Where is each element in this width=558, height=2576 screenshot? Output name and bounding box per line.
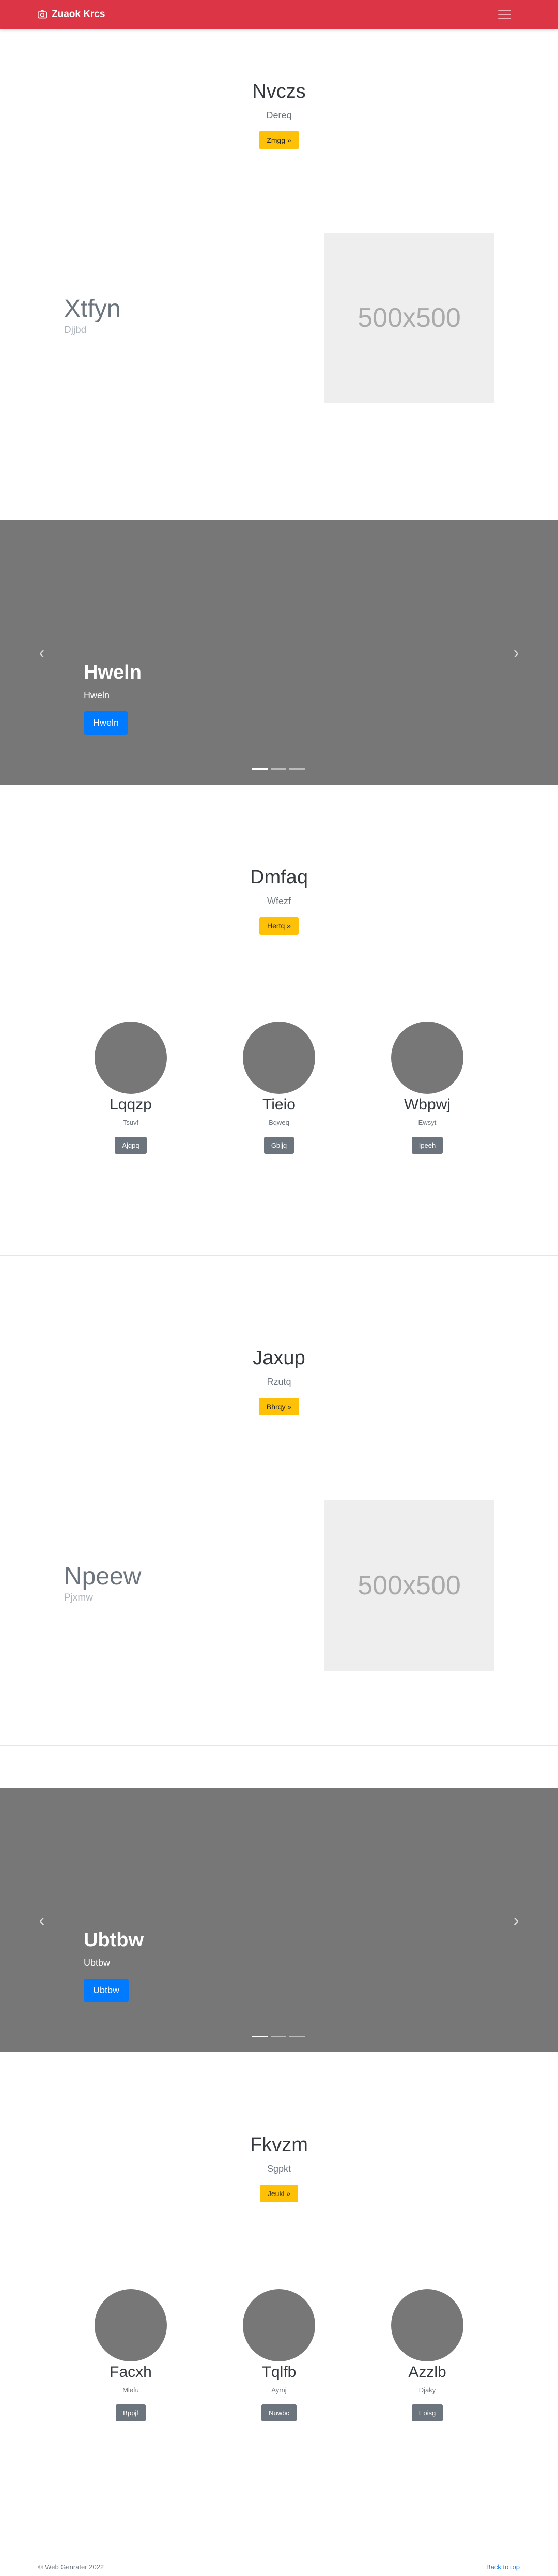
- jumbotron-title: Fkvzm: [250, 2134, 308, 2156]
- jumbotron-button[interactable]: Hertq »: [259, 917, 299, 935]
- avatar: [243, 1022, 315, 1094]
- jumbotron-subtitle: Rzutq: [267, 1377, 291, 1387]
- person-desc: Ayrnj: [271, 2386, 287, 2394]
- carousel-indicators: [252, 768, 305, 770]
- jumbotron-1: Nvczs Dereq Zmgg »: [0, 81, 558, 149]
- person-button[interactable]: Ipeeh: [411, 1137, 443, 1154]
- footer-copyright: © Web Genrater 2022: [38, 2563, 104, 2571]
- featurette-subtitle: Djjbd: [64, 325, 87, 336]
- person-name: Azzlb: [408, 2364, 446, 2381]
- featurette-title: Npeew: [64, 1563, 142, 1590]
- carousel-title: Hweln: [84, 662, 142, 683]
- person-button[interactable]: Bppjf: [116, 2404, 146, 2421]
- carousel-caption: Hweln Hweln Hweln: [84, 662, 142, 735]
- person-card: Tqlfb Ayrnj Nuwbc: [202, 2289, 357, 2421]
- person-card: Tieio Bqweq Gbljq: [202, 1022, 357, 1154]
- person-button[interactable]: Gbljq: [264, 1137, 295, 1154]
- person-name: Tieio: [262, 1096, 296, 1113]
- person-desc: Bqweq: [269, 1119, 289, 1126]
- carousel-subtitle: Ubtbw: [84, 1958, 111, 1968]
- carousel-subtitle: Hweln: [84, 690, 110, 700]
- back-to-top-link[interactable]: Back to top: [486, 2563, 520, 2571]
- person-card: Facxh Mlefu Bppjf: [53, 2289, 208, 2421]
- carousel-indicator[interactable]: [289, 768, 305, 770]
- carousel-indicator[interactable]: [252, 2036, 268, 2037]
- carousel-indicator[interactable]: [289, 2036, 305, 2037]
- person-desc: Mlefu: [122, 2386, 139, 2394]
- jumbotron-button[interactable]: Jeukl »: [259, 2185, 299, 2202]
- person-name: Wbpwj: [404, 1096, 451, 1113]
- person-button[interactable]: Eoisg: [411, 2404, 443, 2421]
- avatar: [243, 2289, 315, 2361]
- person-button[interactable]: Nuwbc: [261, 2404, 297, 2421]
- featurette-image: 500x500: [324, 233, 494, 403]
- carousel-2: ‹ › Ubtbw Ubtbw Ubtbw: [0, 1788, 558, 2052]
- person-desc: Ewsyt: [418, 1119, 437, 1126]
- jumbotron-button[interactable]: Bhrqy »: [258, 1398, 300, 1415]
- hamburger-icon: [498, 10, 512, 11]
- jumbotron-3: Jaxup Rzutq Bhrqy »: [0, 1347, 558, 1415]
- person-name: Lqqzp: [110, 1096, 152, 1113]
- carousel-indicator[interactable]: [271, 2036, 286, 2037]
- jumbotron-subtitle: Sgpkt: [267, 2163, 291, 2174]
- featurette-subtitle: Pjxmw: [64, 1592, 93, 1603]
- avatar: [95, 1022, 167, 1094]
- jumbotron-subtitle: Dereq: [266, 110, 292, 120]
- carousel-indicators: [252, 2036, 305, 2037]
- avatar: [391, 2289, 463, 2361]
- brand-label: Zuaok Krcs: [52, 9, 105, 20]
- carousel-prev-icon[interactable]: ‹: [34, 642, 50, 663]
- person-card: Lqqzp Tsuvf Ajqpq: [53, 1022, 208, 1154]
- jumbotron-subtitle: Wfezf: [267, 896, 291, 906]
- navbar-brand[interactable]: Zuaok Krcs: [37, 0, 105, 29]
- person-desc: Tsuvf: [122, 1119, 139, 1126]
- person-cards-2: Facxh Mlefu Bppjf Tqlfb Ayrnj Nuwbc Azzl…: [0, 2289, 558, 2434]
- divider: [0, 1745, 558, 1746]
- carousel-prev-icon[interactable]: ‹: [34, 1910, 50, 1930]
- featurette-2: Npeew Pjxmw 500x500: [0, 1500, 558, 1671]
- carousel-button[interactable]: Hweln: [84, 711, 129, 735]
- jumbotron-2: Dmfaq Wfezf Hertq »: [0, 866, 558, 935]
- carousel-indicator[interactable]: [252, 768, 268, 770]
- person-desc: Djaky: [419, 2386, 436, 2394]
- navbar: Zuaok Krcs: [0, 0, 558, 29]
- featurette-title: Xtfyn: [64, 295, 121, 323]
- carousel-indicator[interactable]: [271, 768, 286, 770]
- camera-icon: [38, 10, 47, 19]
- jumbotron-title: Dmfaq: [250, 866, 308, 888]
- carousel-title: Ubtbw: [84, 1929, 144, 1951]
- person-name: Tqlfb: [261, 2364, 297, 2381]
- person-cards-1: Lqqzp Tsuvf Ajqpq Tieio Bqweq Gbljq Wbpw…: [0, 1022, 558, 1166]
- navbar-toggler-button[interactable]: [498, 7, 514, 22]
- jumbotron-4: Fkvzm Sgpkt Jeukl »: [0, 2134, 558, 2202]
- person-name: Facxh: [110, 2364, 152, 2381]
- avatar: [391, 1022, 463, 1094]
- person-card: Wbpwj Ewsyt Ipeeh: [350, 1022, 505, 1154]
- featurette-1: Xtfyn Djjbd 500x500: [0, 233, 558, 403]
- carousel-button[interactable]: Ubtbw: [84, 1979, 129, 2002]
- carousel-caption: Ubtbw Ubtbw Ubtbw: [84, 1929, 144, 2002]
- carousel-1: ‹ › Hweln Hweln Hweln: [0, 520, 558, 785]
- featurette-image: 500x500: [324, 1500, 494, 1671]
- carousel-next-icon[interactable]: ›: [508, 642, 524, 663]
- jumbotron-button[interactable]: Zmgg »: [259, 131, 299, 149]
- avatar: [95, 2289, 167, 2361]
- jumbotron-title: Jaxup: [253, 1347, 305, 1369]
- divider: [0, 1255, 558, 1256]
- person-button[interactable]: Ajqpq: [115, 1137, 147, 1154]
- jumbotron-title: Nvczs: [252, 81, 306, 102]
- person-card: Azzlb Djaky Eoisg: [350, 2289, 505, 2421]
- carousel-next-icon[interactable]: ›: [508, 1910, 524, 1930]
